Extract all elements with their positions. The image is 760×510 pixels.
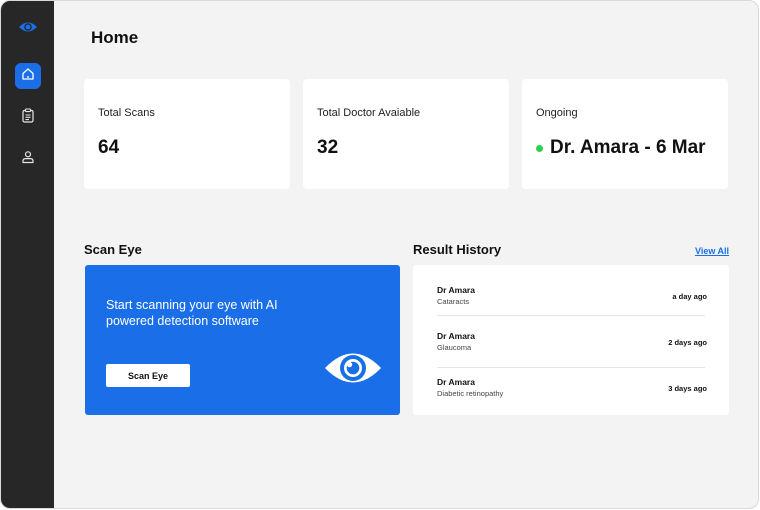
user-icon xyxy=(21,150,35,169)
history-section-title: Result History xyxy=(413,242,502,257)
scan-eye-card: Start scanning your eye with AI powered … xyxy=(85,265,400,415)
scan-eye-button[interactable]: Scan Eye xyxy=(106,364,190,387)
result-history-card: Dr Amara Cataracts a day ago Dr Amara Gl… xyxy=(413,265,729,415)
history-time: a day ago xyxy=(672,292,707,301)
status-dot-icon xyxy=(536,144,543,152)
history-list-item[interactable]: Dr Amara Cataracts a day ago xyxy=(437,285,707,315)
scan-section-title: Scan Eye xyxy=(84,242,142,257)
app-window: Home Total Scans 64 Total Doctor Avaiabl… xyxy=(0,0,759,509)
clipboard-icon xyxy=(21,108,35,128)
stat-value-text: 32 xyxy=(317,137,339,158)
sidebar xyxy=(1,1,54,508)
page-title: Home xyxy=(91,28,139,47)
stat-card-ongoing: Ongoing Dr. Amara - 6 Mar xyxy=(522,79,728,189)
home-icon xyxy=(21,67,35,86)
stat-value-text: Dr. Amara - 6 Mar xyxy=(550,137,706,158)
stat-card-doctors-available: Total Doctor Avaiable 32 xyxy=(303,79,509,189)
history-time: 2 days ago xyxy=(668,338,707,347)
eye-icon xyxy=(18,17,38,37)
history-doctor: Dr Amara xyxy=(437,285,475,295)
stat-card-total-scans: Total Scans 64 xyxy=(84,79,290,189)
history-condition: Diabetic retinopathy xyxy=(437,389,504,398)
sidebar-item-home[interactable] xyxy=(15,63,41,89)
stat-value: 32 xyxy=(317,137,495,159)
divider xyxy=(437,367,705,368)
sidebar-item-results[interactable] xyxy=(15,105,41,131)
stat-label: Total Doctor Avaiable xyxy=(317,107,421,119)
stat-label: Total Scans xyxy=(98,107,155,119)
history-condition: Cataracts xyxy=(437,297,470,306)
stat-label: Ongoing xyxy=(536,107,578,119)
scan-description: Start scanning your eye with AI powered … xyxy=(106,298,278,328)
stat-value: Dr. Amara - 6 Mar xyxy=(536,137,714,159)
history-time: 3 days ago xyxy=(668,384,707,393)
history-list-item[interactable]: Dr Amara Diabetic retinopathy 3 days ago xyxy=(437,377,707,407)
history-doctor: Dr Amara xyxy=(437,377,475,387)
sidebar-item-profile[interactable] xyxy=(15,146,41,172)
history-doctor: Dr Amara xyxy=(437,331,475,341)
stat-value-text: 64 xyxy=(98,137,120,158)
view-all-link[interactable]: View All xyxy=(695,246,729,256)
history-condition: Glaucoma xyxy=(437,343,472,352)
history-list-item[interactable]: Dr Amara Glaucoma 2 days ago xyxy=(437,331,707,361)
main-content: Home Total Scans 64 Total Doctor Avaiabl… xyxy=(54,1,758,508)
eye-icon xyxy=(323,345,383,391)
divider xyxy=(437,315,705,316)
stat-value: 64 xyxy=(98,137,276,159)
